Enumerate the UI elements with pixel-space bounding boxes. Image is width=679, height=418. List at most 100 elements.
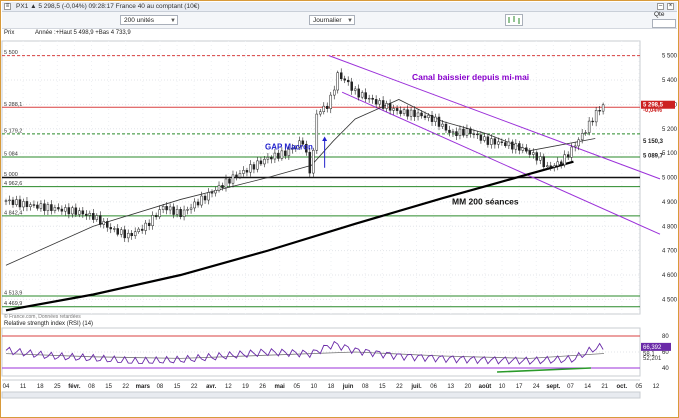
x-tick-label: 05 [636,384,643,390]
candle-body [165,206,168,211]
candle-body [308,151,312,174]
x-tick-label: 13 [447,384,454,390]
qte-input[interactable] [652,19,676,28]
candle-body [151,215,154,227]
x-tick-label: 18 [37,384,44,390]
candle-body [231,174,235,184]
candle-body [434,116,437,122]
candle-body [85,213,88,216]
candle-body [186,209,189,211]
x-tick-label: 19 [242,384,249,390]
candle-body [95,215,99,220]
price-y-tick-label: 4 900 [662,200,678,206]
title-bar: ≡ PX1 ▲ 5 298,5 (-0,04%) 09:28:17 France… [2,2,677,12]
candle-body [507,141,511,147]
candle-body [413,109,416,117]
annotation-sma200: MM 200 séances [452,196,519,206]
candle-body [46,204,50,211]
candle-body [109,227,113,230]
candle-body [315,113,319,151]
candle-body [175,209,179,215]
candle-body [580,133,584,141]
x-tick-label: 06 [430,384,437,390]
menu-icon[interactable]: ≡ [4,3,11,10]
x-tick-label: 14 [584,384,591,390]
price-info-line: Année :+Haut 5 498,9 +Bas 4 733,9 [35,30,131,36]
candle-body [448,129,451,133]
candle-body [168,206,172,211]
candle-body [284,150,287,156]
x-tick-label: juin [342,384,354,390]
qte-label: Qte [654,11,665,18]
candle-body [235,174,238,178]
candle-body [423,115,427,118]
candle-body [193,201,196,209]
minimize-icon[interactable]: – [657,3,664,10]
candle-body [147,222,151,227]
candle-body [563,154,566,166]
candle-body [497,141,500,145]
candle-body [486,136,490,145]
candle-body [29,204,32,208]
candle-body [130,232,133,237]
candle-body [144,222,147,231]
candle-body [102,221,106,225]
x-tick-label: 11 [20,384,27,390]
close-icon[interactable]: × [667,3,674,10]
chevron-down-icon: ▼ [347,18,353,24]
candle-body [490,138,493,145]
candle-body [587,120,591,133]
candle-body [326,105,329,109]
candle-body [346,79,350,83]
candle-body [591,120,594,123]
x-tick-label: oct. [616,384,627,390]
candle-body [74,207,78,215]
candle-body [399,110,402,114]
candle-body [350,81,353,91]
candle-body [22,201,25,208]
horizontal-scrollbar [1,391,641,399]
x-tick-label: 08 [88,384,95,390]
rsi-right-label: 52,201 [643,356,662,362]
source-note: © France.com, Données retardées [4,313,81,320]
candle-body [92,213,95,220]
x-tick-label: 22 [396,384,403,390]
level-label: 5 000 [4,172,18,178]
x-tick-label: sept. [546,384,560,390]
candle-body [598,110,601,112]
candle-body [392,108,395,111]
candle-body [511,141,514,150]
candle-body [402,109,406,114]
x-tick-label: 10 [311,384,318,390]
candle-body [552,165,556,168]
x-tick-label: 08 [362,384,369,390]
candle-body [455,131,458,136]
candle-body [217,185,221,191]
price-badge-label: 5 089,7 [643,154,664,160]
level-label: 5 288,1 [4,102,22,108]
level-label: 4 842,4 [4,210,22,216]
candle-body [11,199,15,205]
x-tick-label: mai [275,384,286,390]
candle-body [444,123,448,131]
candle-body [25,201,29,208]
rsi-title: Relative strength index (RSI) (14) [4,321,93,327]
period-select[interactable]: Journalier ▼ [309,15,355,25]
x-tick-label: 12 [653,384,660,390]
candle-body [465,128,469,136]
price-y-tick-label: 5 500 [662,54,678,60]
chart-type-icon[interactable] [505,14,523,26]
candle-body [158,209,161,218]
candle-body [277,152,280,159]
candle-body [385,103,388,109]
candle-body [528,150,532,155]
candle-body [416,112,420,117]
candle-body [406,109,409,117]
candle-body [270,157,273,160]
candle-body [367,97,371,100]
candle-body [556,161,559,167]
units-select[interactable]: 200 unités ▼ [120,15,178,25]
candle-body [388,103,392,111]
candle-body [179,209,182,218]
x-tick-label: 15 [174,384,181,390]
